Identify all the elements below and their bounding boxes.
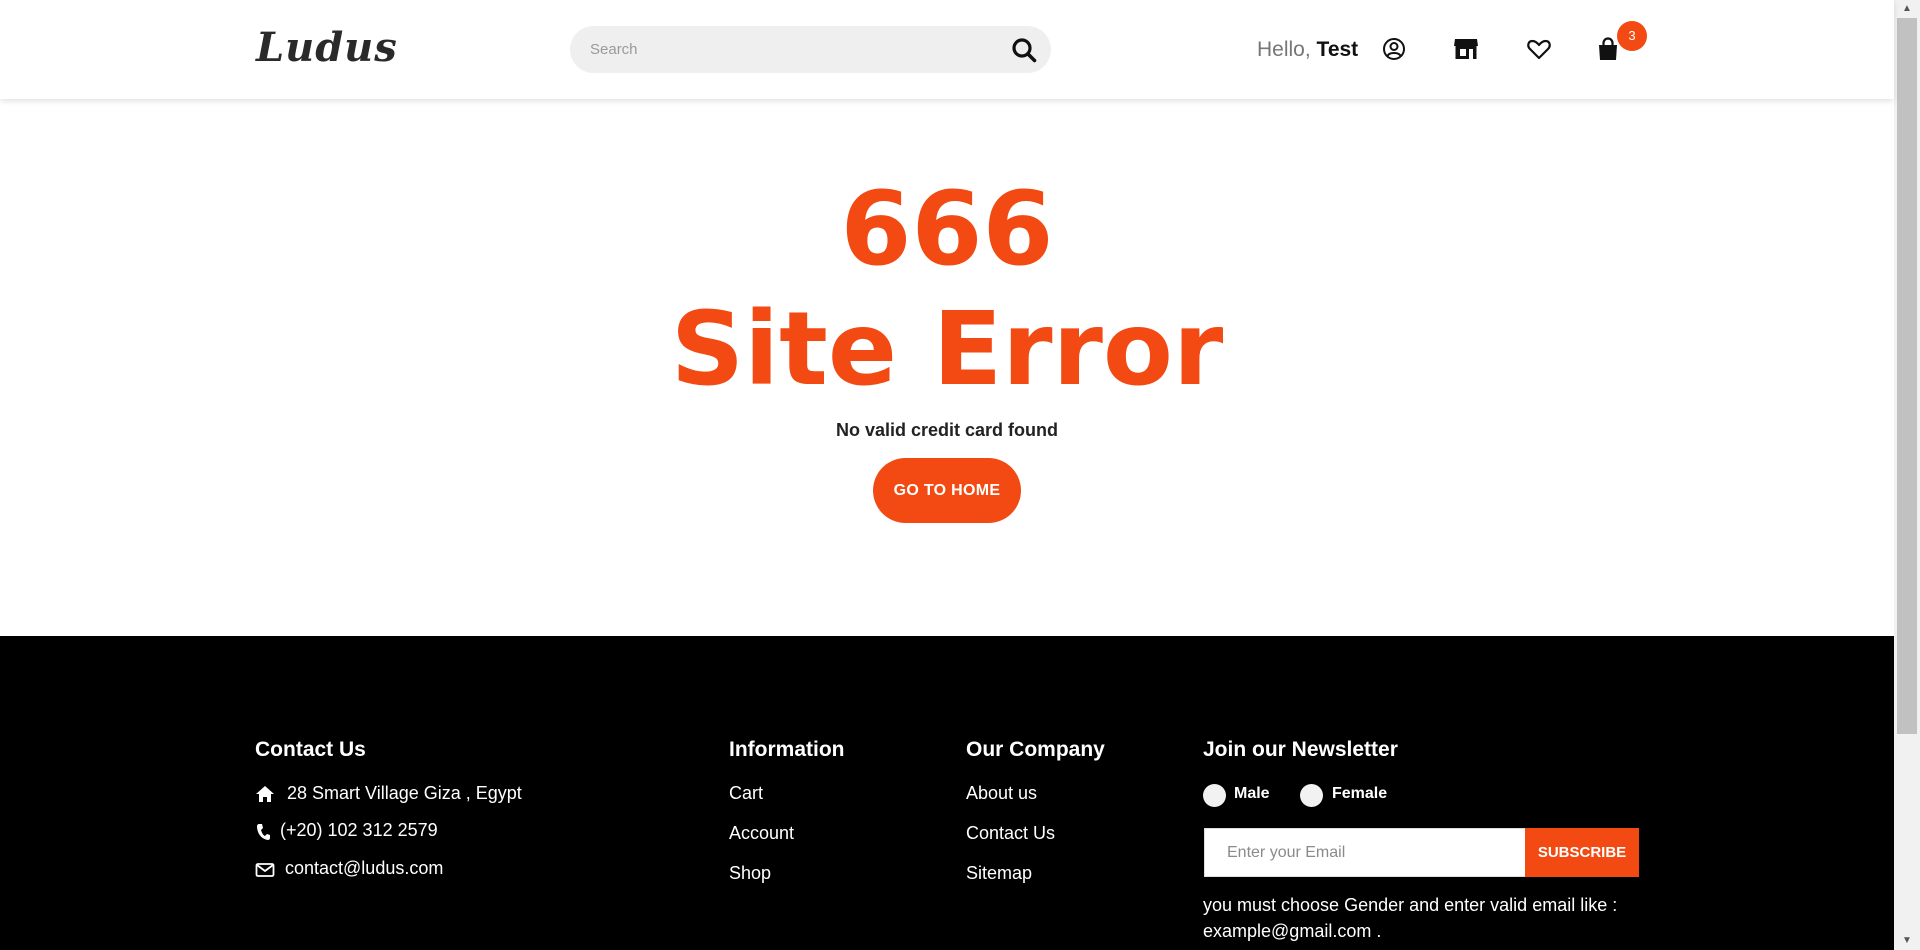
contact-heading: Contact Us xyxy=(255,738,366,761)
footer-link-shop[interactable]: Shop xyxy=(729,863,771,884)
newsletter-email-field xyxy=(1204,828,1526,877)
footer-link-sitemap[interactable]: Sitemap xyxy=(966,863,1032,884)
footer-link-contact[interactable]: Contact Us xyxy=(966,823,1055,844)
mail-icon xyxy=(255,863,275,877)
company-heading: Our Company xyxy=(966,738,1105,761)
cart-count-badge: 3 xyxy=(1617,21,1647,51)
contact-phone: (+20) 102 312 2579 xyxy=(280,820,438,840)
page: Ludus Hello, Test xyxy=(0,0,1920,950)
phone-icon xyxy=(257,824,270,840)
go-to-home-button[interactable]: GO TO HOME xyxy=(873,458,1021,523)
error-message: No valid credit card found xyxy=(835,420,1059,440)
site-header: Ludus Hello, Test xyxy=(0,0,1894,99)
female-radio[interactable] xyxy=(1300,784,1323,807)
scrollbar-thumb[interactable] xyxy=(1897,18,1917,734)
footer-link-about[interactable]: About us xyxy=(966,783,1037,804)
error-title: Site Error xyxy=(670,290,1224,409)
footer-link-cart[interactable]: Cart xyxy=(729,783,763,804)
contact-email[interactable]: contact@ludus.com xyxy=(285,858,443,879)
store-icon[interactable] xyxy=(1453,36,1479,62)
subscribe-button[interactable]: SUBSCRIBE xyxy=(1525,828,1639,877)
footer-link-account[interactable]: Account xyxy=(729,823,794,844)
contact-address: 28 Smart Village Giza , Egypt xyxy=(287,783,522,803)
female-label[interactable]: Female xyxy=(1332,785,1387,803)
search-icon[interactable] xyxy=(1011,37,1037,63)
scroll-up-arrow-icon[interactable]: ▲ xyxy=(1898,0,1916,18)
error-content: 666 Site Error No valid credit card foun… xyxy=(0,99,1894,636)
male-label[interactable]: Male xyxy=(1234,785,1270,803)
logo[interactable]: Ludus xyxy=(256,24,398,71)
site-footer: Contact Us 28 Smart Village Giza , Egypt… xyxy=(0,636,1894,950)
male-radio[interactable] xyxy=(1203,784,1226,807)
home-icon xyxy=(256,786,274,802)
user-icon[interactable] xyxy=(1381,36,1407,62)
heart-icon[interactable] xyxy=(1526,36,1552,62)
newsletter-email-input[interactable] xyxy=(1205,829,1525,876)
newsletter-heading: Join our Newsletter xyxy=(1203,738,1398,761)
information-heading: Information xyxy=(729,738,845,761)
scroll-down-arrow-icon[interactable]: ▼ xyxy=(1898,932,1916,950)
newsletter-note: you must choose Gender and enter valid e… xyxy=(1203,895,1618,941)
search-bar xyxy=(570,26,1051,73)
search-input[interactable] xyxy=(590,26,990,73)
greeting-text: Hello, xyxy=(1257,38,1311,61)
user-greeting: Hello, Test xyxy=(1257,38,1358,62)
user-name: Test xyxy=(1316,38,1359,61)
error-code: 666 xyxy=(840,170,1054,289)
